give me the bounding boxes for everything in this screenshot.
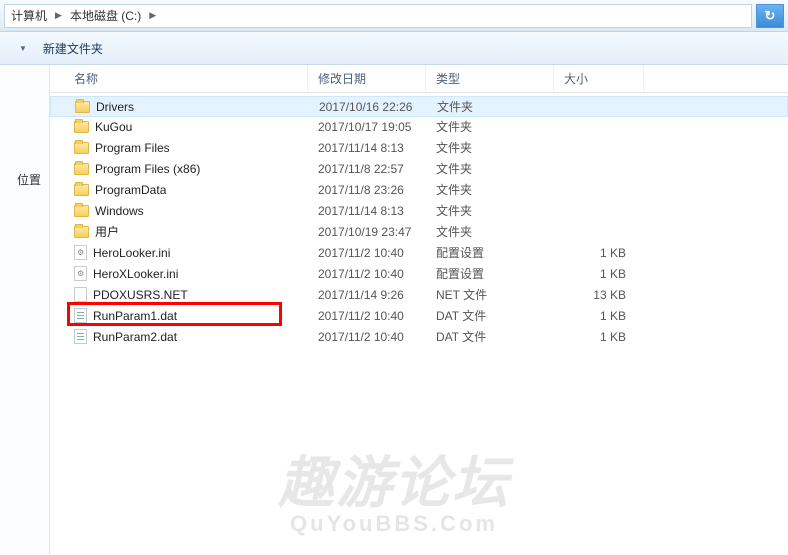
file-type-cell: 文件夹 [426,118,554,135]
ini-icon [74,245,87,260]
folder-icon [74,226,89,238]
file-name-cell[interactable]: Program Files [50,141,308,155]
breadcrumb-item[interactable]: 本地磁盘 (C:) [64,5,147,27]
sidebar: 位置 [0,65,50,555]
file-name-label: RunParam2.dat [93,330,177,344]
file-name-label: KuGou [95,120,132,134]
toolbar-menu-button[interactable]: ▼ [8,40,35,57]
file-type-cell: 文件夹 [426,202,554,219]
file-row[interactable]: HeroLooker.ini 2017/11/2 10:40配置设置1 KB [50,242,788,263]
file-size-cell: 13 KB [554,288,644,302]
file-row[interactable]: ProgramData 2017/11/8 23:26文件夹 [50,179,788,200]
file-name-cell[interactable]: Program Files (x86) [50,162,308,176]
file-row[interactable]: Program Files (x86) 2017/11/8 22:57文件夹 [50,158,788,179]
folder-icon [75,101,90,113]
column-header-size[interactable]: 大小 [554,65,644,92]
toolbar: ▼ 新建文件夹 [0,32,788,65]
file-date-cell: 2017/11/14 9:26 [308,288,426,302]
file-name-label: 用户 [95,223,119,240]
file-date-cell: 2017/11/2 10:40 [308,267,426,281]
refresh-button[interactable]: ↻ [756,4,784,28]
file-date-cell: 2017/11/14 8:13 [308,141,426,155]
sidebar-item[interactable]: 位置 [0,165,49,194]
file-size-cell: 1 KB [554,246,644,260]
file-row[interactable]: RunParam2.dat 2017/11/2 10:40DAT 文件1 KB [50,326,788,347]
file-name-cell[interactable]: HeroLooker.ini [50,245,308,260]
file-type-cell: 文件夹 [426,181,554,198]
file-name-label: ProgramData [95,183,166,197]
file-type-cell: 配置设置 [426,265,554,282]
file-size-cell: 1 KB [554,309,644,323]
file-date-cell: 2017/11/2 10:40 [308,309,426,323]
file-row[interactable]: Program Files 2017/11/14 8:13文件夹 [50,137,788,158]
breadcrumb-item[interactable]: 计算机 [5,5,53,27]
file-icon [74,287,87,302]
file-type-cell: 文件夹 [427,98,555,115]
file-name-cell[interactable]: PDOXUSRS.NET [50,287,308,302]
file-name-cell[interactable]: KuGou [50,120,308,134]
file-date-cell: 2017/10/19 23:47 [308,225,426,239]
main-area: 位置 名称 修改日期 类型 大小 Drivers 2017/10/16 22:26… [0,65,788,555]
chevron-right-icon[interactable]: ▶ [147,10,158,21]
chevron-right-icon[interactable]: ▶ [53,10,64,21]
file-name-label: Program Files (x86) [95,162,200,176]
file-name-cell[interactable]: ProgramData [50,183,308,197]
folder-icon [74,163,89,175]
file-row[interactable]: 用户 2017/10/19 23:47文件夹 [50,221,788,242]
column-header-type[interactable]: 类型 [426,65,554,92]
file-type-cell: 文件夹 [426,223,554,240]
file-name-cell[interactable]: RunParam1.dat [50,308,308,323]
ini-icon [74,266,87,281]
folder-icon [74,184,89,196]
folder-icon [74,142,89,154]
file-name-label: HeroLooker.ini [93,246,170,260]
file-type-cell: 配置设置 [426,244,554,261]
file-name-label: Program Files [95,141,170,155]
address-bar: 计算机 ▶ 本地磁盘 (C:) ▶ ↻ [0,0,788,32]
file-date-cell: 2017/10/16 22:26 [309,100,427,114]
file-date-cell: 2017/11/8 22:57 [308,162,426,176]
file-row[interactable]: PDOXUSRS.NET 2017/11/14 9:26NET 文件13 KB [50,284,788,305]
file-date-cell: 2017/10/17 19:05 [308,120,426,134]
file-type-cell: NET 文件 [426,286,554,303]
file-size-cell: 1 KB [554,267,644,281]
file-name-cell[interactable]: Drivers [51,100,309,114]
file-date-cell: 2017/11/8 23:26 [308,183,426,197]
folder-icon [74,121,89,133]
file-row[interactable]: HeroXLooker.ini 2017/11/2 10:40配置设置1 KB [50,263,788,284]
column-header-date[interactable]: 修改日期 [308,65,426,92]
file-type-cell: DAT 文件 [426,328,554,345]
dat-icon [74,308,87,323]
file-name-cell[interactable]: RunParam2.dat [50,329,308,344]
file-row[interactable]: Windows 2017/11/14 8:13文件夹 [50,200,788,221]
file-name-label: RunParam1.dat [93,309,177,323]
dat-icon [74,329,87,344]
file-row[interactable]: KuGou 2017/10/17 19:05文件夹 [50,116,788,137]
file-name-label: Drivers [96,100,134,114]
file-type-cell: DAT 文件 [426,307,554,324]
file-name-cell[interactable]: 用户 [50,223,308,240]
file-pane: 名称 修改日期 类型 大小 Drivers2017/10/16 22:26文件夹… [50,65,788,555]
folder-icon [74,205,89,217]
breadcrumb[interactable]: 计算机 ▶ 本地磁盘 (C:) ▶ [4,4,752,28]
sidebar-item[interactable] [0,349,49,361]
file-date-cell: 2017/11/14 8:13 [308,204,426,218]
column-header-name[interactable]: 名称 [50,65,308,92]
file-size-cell: 1 KB [554,330,644,344]
column-headers: 名称 修改日期 类型 大小 [50,65,788,93]
chevron-down-icon: ▼ [19,44,27,53]
file-type-cell: 文件夹 [426,160,554,177]
file-date-cell: 2017/11/2 10:40 [308,246,426,260]
file-name-cell[interactable]: HeroXLooker.ini [50,266,308,281]
file-name-cell[interactable]: Windows [50,204,308,218]
file-row[interactable]: Drivers 2017/10/16 22:26文件夹 [50,96,788,117]
file-date-cell: 2017/11/2 10:40 [308,330,426,344]
file-type-cell: 文件夹 [426,139,554,156]
new-folder-button[interactable]: 新建文件夹 [35,36,111,61]
file-name-label: PDOXUSRS.NET [93,288,188,302]
file-name-label: HeroXLooker.ini [93,267,178,281]
file-list: Drivers2017/10/16 22:26文件夹KuGou2017/10/1… [50,93,788,347]
file-name-label: Windows [95,204,144,218]
file-row[interactable]: RunParam1.dat 2017/11/2 10:40DAT 文件1 KB [50,305,788,326]
